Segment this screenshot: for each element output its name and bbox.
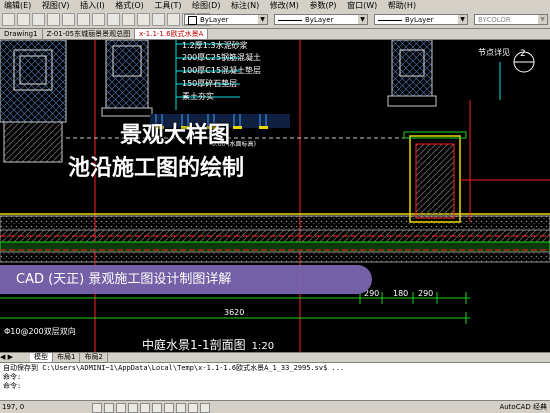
doc-tab-water-feature[interactable]: x-1.1-1.6欧式水景A bbox=[135, 29, 209, 39]
menu-view[interactable]: 视图(V) bbox=[38, 1, 74, 10]
section-title: 中庭水景1-1剖面图 1:20 bbox=[142, 338, 275, 352]
status-bar: 197, 0 AutoCAD 经典 bbox=[0, 400, 550, 413]
note-4: 150厚碎石垫层 bbox=[182, 79, 238, 88]
color-swatch-icon bbox=[188, 15, 197, 25]
note-3: 100厚C15混凝土垫层 bbox=[182, 66, 262, 75]
note-5: 素土夯实 bbox=[182, 92, 214, 101]
linetype-combo[interactable]: ByLayer ▼ bbox=[274, 14, 368, 25]
menu-tools[interactable]: 工具(T) bbox=[150, 1, 185, 10]
chevron-down-icon: ▼ bbox=[358, 15, 367, 24]
command-history-line: 自动保存到 C:\Users\ADMINI~1\AppData\Local\Te… bbox=[3, 364, 345, 372]
menu-parameter[interactable]: 参数(P) bbox=[305, 1, 340, 10]
cursor-coordinates: 197, 0 bbox=[2, 403, 25, 411]
menu-dimension[interactable]: 标注(N) bbox=[227, 1, 263, 10]
dim-180: 180 bbox=[393, 289, 409, 298]
layer-lock-icon[interactable] bbox=[167, 13, 180, 26]
tab-layout1[interactable]: 布局1 bbox=[53, 353, 81, 362]
note-1: 1.2厚1:3水泥砂浆 bbox=[182, 41, 248, 50]
rebar-note: Φ10@200双层双向 bbox=[4, 327, 76, 336]
lineweight-preview-icon bbox=[378, 19, 402, 21]
command-prompt[interactable]: 命令: bbox=[3, 382, 547, 391]
layer-previous-icon[interactable] bbox=[92, 13, 105, 26]
lineweight-combo[interactable]: ByLayer ▼ bbox=[374, 14, 468, 25]
chevron-down-icon: ▼ bbox=[458, 15, 467, 24]
layer-match-icon[interactable] bbox=[107, 13, 120, 26]
detail-number: 2 bbox=[520, 49, 526, 59]
command-window[interactable]: 自动保存到 C:\Users\ADMINI~1\AppData\Local\Te… bbox=[0, 362, 550, 400]
course-banner: CAD (天正) 景观施工图设计制图详解 bbox=[0, 265, 372, 294]
lock-icon[interactable] bbox=[47, 13, 60, 26]
menu-insert[interactable]: 插入(I) bbox=[76, 1, 109, 10]
left-pillar bbox=[0, 40, 67, 163]
detail-reference: 节点详见 bbox=[478, 48, 510, 57]
lightbulb-icon[interactable] bbox=[17, 13, 30, 26]
pool-section-layers bbox=[0, 213, 550, 263]
color-combo[interactable]: ByLayer ▼ bbox=[184, 14, 268, 25]
menu-edit[interactable]: 编辑(E) bbox=[0, 1, 35, 10]
plotstyle-combo[interactable]: BYCOLOR ▼ bbox=[474, 14, 548, 25]
layer-icon[interactable] bbox=[2, 13, 15, 26]
menu-window[interactable]: 窗口(W) bbox=[343, 1, 381, 10]
chevron-down-icon: ▼ bbox=[258, 15, 267, 24]
chevron-down-icon: ▼ bbox=[538, 15, 547, 24]
command-history-line: 命令: bbox=[3, 373, 22, 381]
menu-draw[interactable]: 绘图(D) bbox=[188, 1, 224, 10]
document-tabs: Drawing1 Z-01-05东城丽景景观总图 x-1.1-1.6欧式水景A bbox=[0, 29, 550, 40]
cad-drawing bbox=[0, 40, 550, 352]
layer-off-icon[interactable] bbox=[137, 13, 150, 26]
sun-icon[interactable] bbox=[32, 13, 45, 26]
tab-model[interactable]: 模型 bbox=[30, 353, 53, 362]
note-2: 200厚C25钢筋混凝土 bbox=[182, 53, 262, 62]
layout-tabs: ◀ ▶ 模型 布局1 布局2 bbox=[0, 352, 550, 362]
overlay-title-1: 景观大样图 bbox=[120, 123, 231, 148]
linetype-preview-icon bbox=[278, 19, 302, 21]
workspace-label[interactable]: AutoCAD 经典 bbox=[499, 401, 547, 413]
overlay-title-2: 池沿施工图的绘制 bbox=[68, 156, 245, 181]
square-icon[interactable] bbox=[62, 13, 75, 26]
menu-format[interactable]: 格式(O) bbox=[111, 1, 148, 10]
layer-state-icon[interactable] bbox=[77, 13, 90, 26]
dim-3620: 3620 bbox=[224, 308, 245, 317]
drawing-scale: 1:20 bbox=[251, 341, 275, 352]
tab-scroll-arrows-icon[interactable]: ◀ ▶ bbox=[0, 353, 30, 362]
dim-290-b: 290 bbox=[418, 289, 434, 298]
layer-freeze-icon[interactable] bbox=[152, 13, 165, 26]
right-pillar bbox=[387, 40, 437, 107]
menu-modify[interactable]: 修改(M) bbox=[266, 1, 303, 10]
center-pillar bbox=[101, 40, 153, 117]
tab-layout2[interactable]: 布局2 bbox=[80, 353, 108, 362]
doc-tab-drawing1[interactable]: Drawing1 bbox=[0, 29, 43, 39]
menu-help[interactable]: 帮助(H) bbox=[384, 1, 420, 10]
doc-tab-master-plan[interactable]: Z-01-05东城丽景景观总图 bbox=[43, 29, 136, 39]
toolbar-icons bbox=[2, 13, 210, 26]
layer-isolate-icon[interactable] bbox=[122, 13, 135, 26]
properties-toolbar: ByLayer ▼ ByLayer ▼ ByLayer ▼ BYCOLOR ▼ bbox=[0, 11, 550, 29]
drawing-canvas[interactable]: 1.2厚1:3水泥砂浆 200厚C25钢筋混凝土 100厚C15混凝土垫层 15… bbox=[0, 40, 550, 352]
